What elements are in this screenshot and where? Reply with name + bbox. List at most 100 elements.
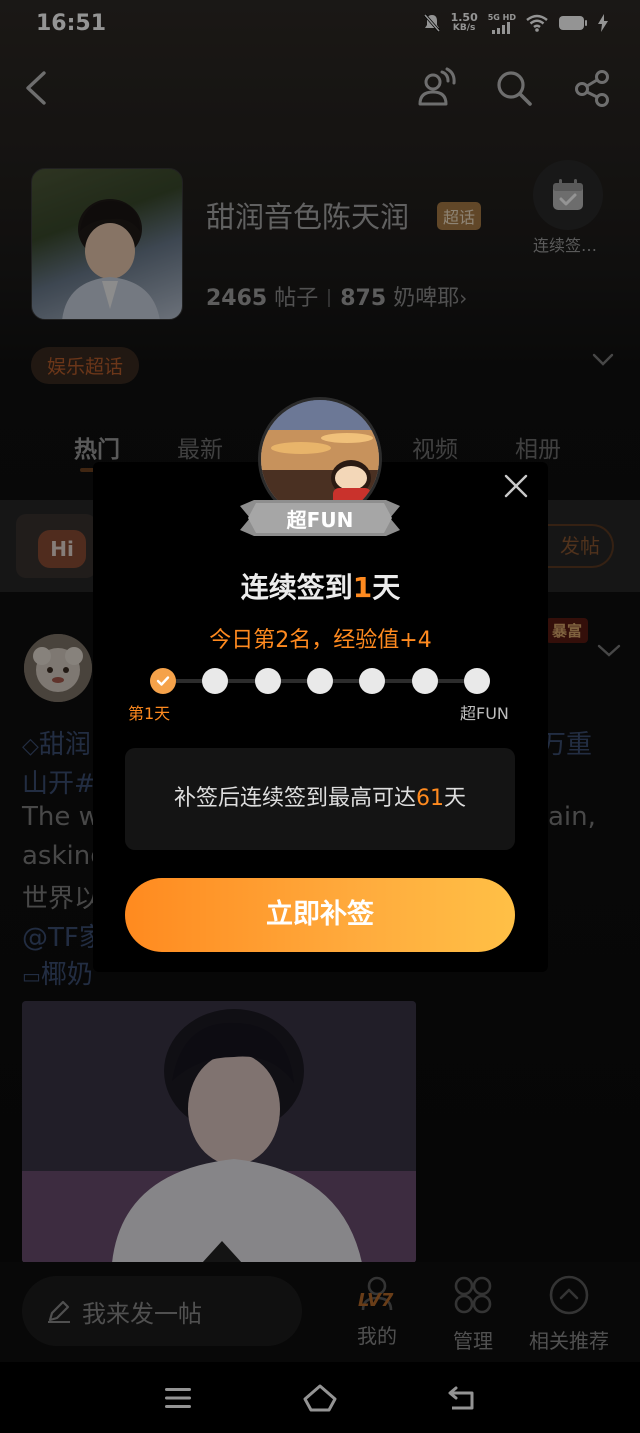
posts-label: 帖子 bbox=[274, 286, 319, 311]
makeup-info-box: 补签后连续签到最高可达61天 bbox=[125, 748, 515, 850]
feed-line-1-left[interactable]: ◇甜润 bbox=[22, 724, 91, 761]
close-icon bbox=[504, 474, 528, 498]
grid-icon bbox=[454, 1276, 492, 1314]
feed-line-5: 世界以 bbox=[22, 884, 101, 914]
modal-close-button[interactable] bbox=[500, 470, 532, 502]
feed-video-link[interactable]: ▭椰奶 bbox=[22, 954, 93, 991]
posts-count: 2465 bbox=[206, 286, 268, 311]
modal-title: 连续签到1天 bbox=[93, 566, 548, 606]
tab-video[interactable]: 视频 bbox=[412, 430, 458, 464]
charging-icon bbox=[598, 14, 608, 32]
wifi-icon bbox=[526, 14, 548, 32]
home-button[interactable] bbox=[300, 1380, 340, 1416]
progress-dot bbox=[411, 668, 438, 694]
topic-stats[interactable]: 2465 帖子 875 奶啤耶› bbox=[206, 280, 467, 312]
status-bar: 16:51 1.50 KB/s 5G HD bbox=[0, 0, 640, 50]
feed-image-content bbox=[22, 1001, 416, 1263]
compose-input[interactable]: 我来发一帖 bbox=[22, 1276, 302, 1346]
fans-count: 875 bbox=[340, 286, 387, 311]
expand-button[interactable] bbox=[592, 352, 614, 371]
battery-icon bbox=[559, 16, 587, 30]
tab-hot[interactable]: 热门 bbox=[74, 430, 120, 464]
fans-label: 奶啤耶 bbox=[393, 286, 460, 311]
checkin-button[interactable] bbox=[533, 160, 603, 230]
net-speed-unit: KB/s bbox=[452, 23, 476, 33]
return-button[interactable] bbox=[442, 1380, 482, 1416]
feed-line-1-text: 甜润 bbox=[38, 730, 91, 760]
chevron-down-icon bbox=[592, 353, 614, 366]
compose-placeholder: 我来发一帖 bbox=[82, 1299, 202, 1328]
calendar-check-icon bbox=[553, 179, 583, 210]
checkin-label[interactable]: 连续签… bbox=[533, 232, 597, 256]
feed-line-3-right: ain, bbox=[548, 802, 596, 832]
system-nav bbox=[0, 1362, 640, 1433]
modal-title-suffix: 天 bbox=[372, 571, 401, 604]
level-badge: LV7 bbox=[358, 1290, 394, 1311]
info-suffix: 天 bbox=[444, 786, 467, 811]
related-label: 相关推荐 bbox=[529, 1329, 609, 1353]
chevron-down-icon bbox=[597, 644, 621, 657]
progress-dot bbox=[150, 668, 176, 694]
mine-label: 我的 bbox=[357, 1324, 397, 1348]
rich-badge: 暴富 bbox=[546, 618, 589, 643]
diamond-icon: ◇ bbox=[22, 734, 39, 759]
topic-title: 甜润音色陈天润 bbox=[206, 200, 410, 234]
return-icon bbox=[448, 1386, 474, 1410]
feed-video-link-text: 椰奶 bbox=[40, 960, 93, 990]
modal-title-days: 1 bbox=[352, 571, 373, 604]
menu-icon bbox=[165, 1388, 191, 1408]
hi-illustration: Hi bbox=[16, 514, 96, 578]
check-icon bbox=[156, 676, 170, 686]
stats-divider bbox=[328, 289, 331, 307]
post-button[interactable]: 发帖 bbox=[546, 524, 614, 568]
tab-latest[interactable]: 最新 bbox=[177, 430, 223, 464]
screen: 16:51 1.50 KB/s 5G HD 甜润音色陈天润 超话 连续签… 24… bbox=[0, 0, 640, 1433]
tab-album[interactable]: 相册 bbox=[515, 430, 561, 464]
progress-dot bbox=[254, 668, 281, 694]
share-button[interactable] bbox=[570, 66, 614, 110]
pencil-icon bbox=[48, 1300, 70, 1323]
progress-start-label: 第1天 bbox=[128, 704, 171, 723]
info-prefix: 补签后连续签到最高可达 bbox=[173, 786, 416, 811]
progress-dot bbox=[202, 668, 229, 694]
video-icon: ▭ bbox=[22, 964, 41, 988]
status-icons: 1.50 KB/s 5G HD bbox=[423, 12, 608, 34]
group-icon bbox=[418, 67, 456, 106]
progress-end-label: 超FUN bbox=[460, 704, 509, 723]
net-speed-value: 1.50 bbox=[450, 11, 478, 24]
hi-bubble: Hi bbox=[38, 530, 86, 568]
status-time: 16:51 bbox=[36, 11, 107, 36]
topic-avatar[interactable] bbox=[31, 168, 183, 320]
search-icon bbox=[497, 71, 532, 106]
badge-label: 超FUN bbox=[286, 508, 354, 532]
up-circle-icon bbox=[549, 1275, 589, 1315]
manage-label: 管理 bbox=[453, 1329, 493, 1353]
feed-line-2[interactable]: 山开# bbox=[22, 763, 96, 800]
search-button[interactable] bbox=[492, 66, 536, 110]
feed-menu-button[interactable] bbox=[597, 643, 621, 662]
category-tag[interactable]: 娱乐超话 bbox=[31, 347, 140, 384]
feed-avatar-image bbox=[24, 634, 92, 702]
home-icon bbox=[303, 1384, 337, 1412]
net-speed: 1.50 KB/s bbox=[451, 12, 478, 34]
share-icon bbox=[575, 70, 609, 107]
mine-icon-wrap: LV7 bbox=[352, 1274, 402, 1316]
back-button[interactable] bbox=[14, 66, 58, 110]
feed-image[interactable] bbox=[22, 1001, 416, 1263]
feed-line-3-left: The w bbox=[22, 802, 100, 832]
feed-author-avatar[interactable] bbox=[24, 634, 92, 702]
back-icon bbox=[26, 71, 46, 105]
topic-avatar-image bbox=[62, 199, 160, 319]
related-tab[interactable]: 相关推荐 bbox=[522, 1274, 616, 1354]
mine-tab[interactable]: LV7 我的 bbox=[352, 1274, 402, 1349]
topic-badge: 超话 bbox=[437, 202, 482, 230]
info-days: 61 bbox=[416, 786, 444, 811]
menu-button[interactable] bbox=[158, 1380, 198, 1416]
members-button[interactable] bbox=[414, 66, 458, 110]
signal-indicator: 5G HD bbox=[488, 13, 516, 34]
top-nav bbox=[0, 60, 640, 120]
makeup-checkin-button[interactable]: 立即补签 bbox=[125, 878, 515, 952]
bottom-bar: 我来发一帖 LV7 我的 管理 相关推荐 bbox=[0, 1262, 640, 1362]
manage-tab[interactable]: 管理 bbox=[448, 1274, 498, 1354]
progress-dot bbox=[464, 668, 490, 694]
